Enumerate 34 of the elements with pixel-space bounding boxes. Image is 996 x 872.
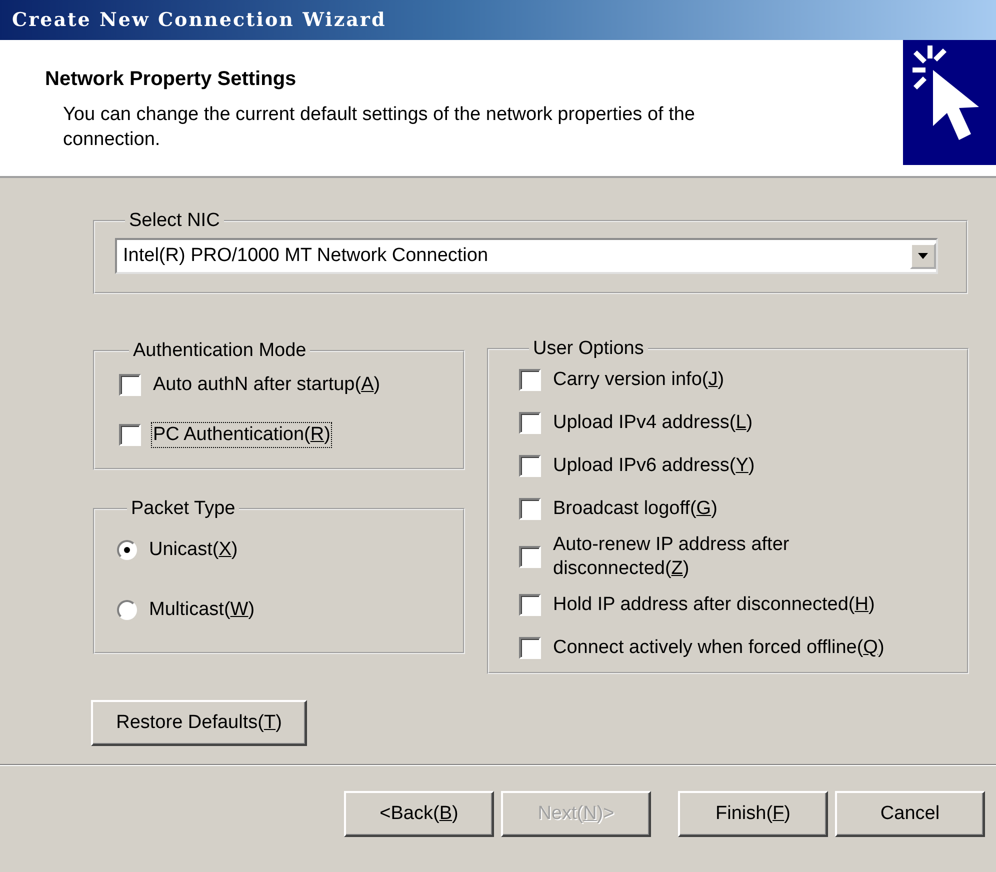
- checkbox[interactable]: [519, 637, 541, 659]
- radio-label[interactable]: Multicast(W): [147, 597, 257, 623]
- radio-button[interactable]: [117, 600, 137, 620]
- checkbox[interactable]: [519, 498, 541, 520]
- checkbox-label[interactable]: Upload IPv6 address(Y): [551, 452, 757, 478]
- checkbox[interactable]: [519, 412, 541, 434]
- checkbox[interactable]: [119, 424, 141, 446]
- nic-dropdown[interactable]: Intel(R) PRO/1000 MT Network Connection: [115, 238, 938, 274]
- checkbox[interactable]: [519, 368, 541, 390]
- checkbox-label[interactable]: Broadcast logoff(G): [551, 496, 720, 522]
- group-label: Authentication Mode: [132, 340, 308, 362]
- radio-button[interactable]: [117, 540, 137, 560]
- checkbox[interactable]: [519, 546, 541, 568]
- checkbox-label[interactable]: Carry version info(J): [551, 366, 726, 392]
- checkbox-label[interactable]: PC Authentication(R): [151, 422, 332, 448]
- cancel-button[interactable]: Cancel: [835, 790, 985, 836]
- checkbox-label[interactable]: Connect actively when forced offline(Q): [551, 635, 886, 661]
- group-label: User Options: [532, 338, 645, 360]
- window-title: Create New Connection Wizard: [12, 9, 386, 31]
- page-description: You can change the current default settings of the network properties of the connection.: [63, 103, 696, 152]
- finish-button[interactable]: Finish(F): [678, 790, 828, 836]
- checkbox[interactable]: [519, 594, 541, 616]
- checkbox-label[interactable]: Upload IPv4 address(L): [551, 410, 755, 436]
- group-label: Select NIC: [128, 210, 221, 232]
- page-title: Network Property Settings: [45, 68, 298, 91]
- checkbox[interactable]: [519, 454, 541, 476]
- radio-label[interactable]: Unicast(X): [147, 537, 240, 563]
- back-button[interactable]: <Back(B): [344, 790, 494, 836]
- group-label: Packet Type: [130, 498, 236, 520]
- checkbox[interactable]: [119, 374, 141, 396]
- checkbox-label[interactable]: Auto authN after startup(A): [151, 372, 382, 398]
- checkbox-label[interactable]: Hold IP address after disconnected(H): [551, 592, 877, 618]
- checkbox-label[interactable]: Auto-renew IP address after disconnected(Z): [551, 532, 900, 582]
- restore-defaults-button[interactable]: Restore Defaults(T): [91, 700, 307, 746]
